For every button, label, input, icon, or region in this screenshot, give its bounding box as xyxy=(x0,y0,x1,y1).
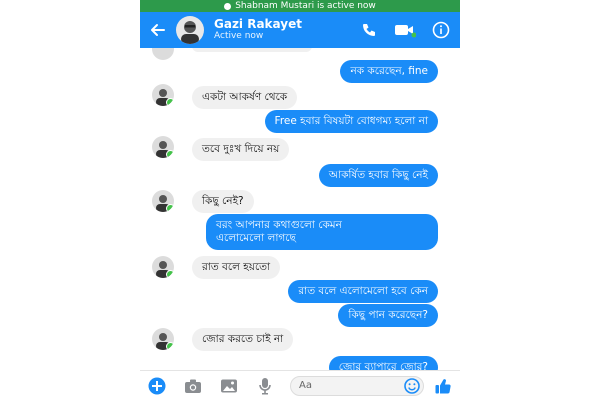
message-input[interactable]: Aa xyxy=(290,375,424,396)
contact-mini-avatar xyxy=(152,84,174,106)
contact-title-block[interactable]: Gazi Rakayet Active now xyxy=(214,18,352,41)
online-indicator-icon xyxy=(166,98,174,106)
add-plus-icon[interactable] xyxy=(146,375,168,397)
contact-status: Active now xyxy=(214,30,264,41)
online-indicator-icon xyxy=(166,204,174,212)
message-thread[interactable]: নক করেছেন, fine একটা আকর্ষণ থেকে Free হব… xyxy=(140,48,460,370)
microphone-icon[interactable] xyxy=(254,375,276,397)
message-bubble-incoming: একটা আকর্ষণ থেকে xyxy=(192,86,298,110)
camera-icon[interactable] xyxy=(182,375,204,397)
thumbs-up-icon[interactable] xyxy=(432,375,454,397)
message-bubble-outgoing: আকর্ষিত হবার কিছু নেই xyxy=(318,164,438,188)
contact-mini-avatar xyxy=(152,190,174,212)
message-bubble-outgoing: জোর ব্যাপারে জোর? xyxy=(328,356,438,370)
message-bubble-incoming: জোর করতে চাই না xyxy=(192,328,294,352)
message-bubble-incoming: কিছু নেই? xyxy=(192,190,254,214)
info-icon[interactable] xyxy=(428,17,454,43)
message-line: বরং আপনার কথাগুলো কেমন xyxy=(216,219,342,231)
online-indicator-icon xyxy=(166,342,174,350)
contact-mini-avatar xyxy=(152,328,174,350)
message-input-placeholder: Aa xyxy=(299,380,312,391)
message-bubble-partial xyxy=(192,48,312,52)
contact-mini-avatar xyxy=(152,48,174,60)
online-indicator-icon xyxy=(166,150,174,158)
emoji-icon[interactable] xyxy=(404,377,420,394)
message-bubble-outgoing: Free হবার বিষয়টা বোধগম্য হলো না xyxy=(264,110,438,134)
active-dot-icon xyxy=(224,2,232,10)
message-line: এলোমেলো লাগছে xyxy=(216,232,296,245)
active-now-banner: Shabnam Mustari is active now xyxy=(140,0,460,12)
message-bubble-outgoing: বরং আপনার কথাগুলো কেমন এলোমেলো লাগছে xyxy=(206,214,438,251)
message-bubble-outgoing: রাত বলে এলোমেলো হবে কেন xyxy=(288,280,438,304)
contact-mini-avatar xyxy=(152,136,174,158)
contact-name: Gazi Rakayet xyxy=(214,17,302,32)
gallery-icon[interactable] xyxy=(218,375,240,397)
video-call-icon[interactable] xyxy=(392,17,418,43)
message-bubble-outgoing: কিছু পান করেছেন? xyxy=(338,304,438,328)
contact-mini-avatar xyxy=(152,256,174,278)
chat-header: Gazi Rakayet Active now xyxy=(140,12,460,48)
online-indicator-icon xyxy=(166,270,174,278)
contact-avatar[interactable] xyxy=(176,16,204,44)
message-bubble-incoming: রাত বলে হয়তো xyxy=(192,256,281,280)
messenger-screen: Shabnam Mustari is active now Gazi Rakay… xyxy=(140,0,460,400)
active-now-text: Shabnam Mustari is active now xyxy=(235,1,376,11)
phone-call-icon[interactable] xyxy=(356,17,382,43)
message-bubble-outgoing: নক করেছেন, fine xyxy=(340,60,438,84)
message-composer: Aa xyxy=(140,370,460,400)
message-bubble-incoming: তবে দুঃখ দিয়ে নয় xyxy=(192,138,290,162)
back-arrow-icon[interactable] xyxy=(146,18,170,42)
